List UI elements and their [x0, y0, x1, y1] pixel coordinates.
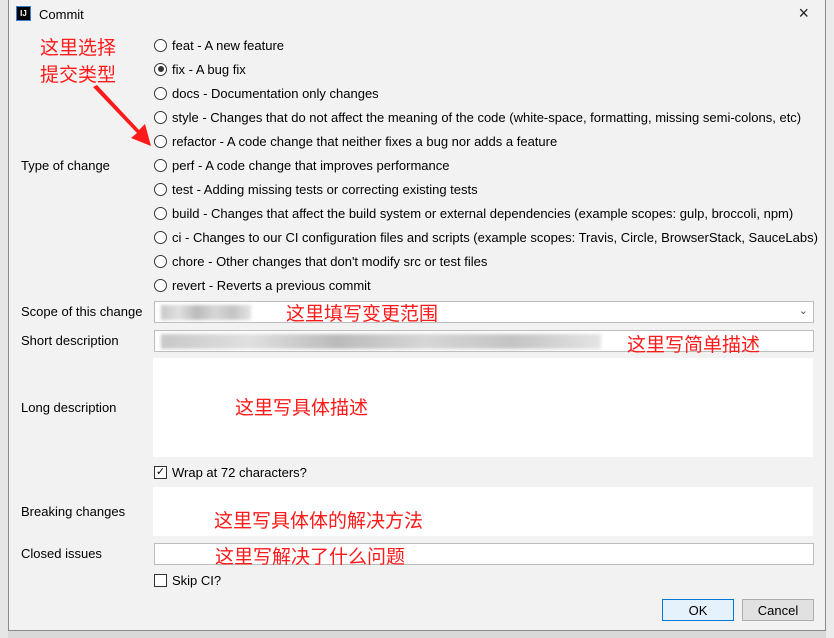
radio-circle [154, 110, 167, 124]
radio-label: fix - A bug fix [172, 61, 246, 77]
skip-ci-label: Skip CI? [172, 573, 222, 588]
check-icon: ✓ [154, 466, 167, 479]
scope-combobox[interactable]: ⌄ [154, 301, 814, 323]
checkbox-box [154, 574, 167, 587]
radio-label: refactor - A code change that neither fi… [172, 133, 558, 149]
scope-label: Scope of this change [21, 304, 143, 319]
long-description-label: Long description [21, 400, 117, 415]
annotation: 提交类型 [40, 65, 117, 86]
radio-circle [154, 254, 167, 268]
commit-dialog: IJ Commit × 这里选择 提交类型 Type of change fea… [8, 0, 826, 631]
radio-test[interactable]: test - Adding missing tests or correctin… [154, 180, 478, 198]
radio-label: ci - Changes to our CI configuration fil… [172, 229, 818, 245]
radio-circle [154, 206, 167, 220]
radio-label: build - Changes that affect the build sy… [172, 205, 794, 221]
radio-ci[interactable]: ci - Changes to our CI configuration fil… [154, 228, 818, 246]
annotation: 这里写具体描述 [235, 398, 369, 419]
annotation: 这里写解决了什么问题 [215, 547, 406, 568]
radio-revert[interactable]: revert - Reverts a previous commit [154, 276, 371, 294]
cancel-button[interactable]: Cancel [742, 599, 814, 621]
radio-label: revert - Reverts a previous commit [172, 277, 371, 293]
background-window [0, 0, 8, 638]
radio-style[interactable]: style - Changes that do not affect the m… [154, 108, 801, 126]
skip-ci-checkbox[interactable]: Skip CI? [154, 573, 221, 588]
type-label: Type of change [21, 158, 110, 173]
annotation: 这里选择 [40, 38, 117, 59]
radio-circle [154, 38, 167, 52]
radio-circle [154, 158, 167, 172]
radio-circle [154, 182, 167, 196]
radio-label: chore - Other changes that don't modify … [172, 253, 488, 269]
dialog-title: Commit [39, 7, 84, 22]
intellij-logo: IJ [16, 6, 31, 21]
radio-chore[interactable]: chore - Other changes that don't modify … [154, 252, 487, 270]
breaking-changes-label: Breaking changes [21, 504, 126, 519]
radio-fix[interactable]: fix - A bug fix [154, 60, 246, 78]
arrow-icon [93, 85, 151, 146]
closed-issues-label: Closed issues [21, 546, 102, 561]
close-icon[interactable]: × [798, 3, 809, 24]
radio-circle [154, 134, 167, 148]
ok-button[interactable]: OK [662, 599, 734, 621]
radio-label: feat - A new feature [172, 37, 285, 53]
radio-docs[interactable]: docs - Documentation only changes [154, 84, 379, 102]
radio-refactor[interactable]: refactor - A code change that neither fi… [154, 132, 557, 150]
wrap-checkbox[interactable]: ✓ Wrap at 72 characters? [154, 465, 307, 480]
radio-circle [154, 278, 167, 292]
short-description-label: Short description [21, 333, 119, 348]
radio-build[interactable]: build - Changes that affect the build sy… [154, 204, 793, 222]
annotation: 这里填写变更范围 [286, 304, 439, 325]
background-window [826, 0, 834, 638]
radio-label: docs - Documentation only changes [172, 85, 379, 101]
radio-label: style - Changes that do not affect the m… [172, 109, 802, 125]
radio-perf[interactable]: perf - A code change that improves perfo… [154, 156, 450, 174]
annotation: 这里写具体体的解决方法 [214, 511, 424, 532]
chevron-down-icon[interactable]: ⌄ [799, 304, 808, 317]
radio-label: perf - A code change that improves perfo… [172, 157, 450, 173]
wrap-label: Wrap at 72 characters? [172, 465, 307, 480]
radio-circle [154, 230, 167, 244]
radio-circle [154, 62, 167, 76]
radio-label: test - Adding missing tests or correctin… [172, 181, 478, 197]
annotation: 这里写简单描述 [627, 335, 761, 356]
radio-circle [154, 86, 167, 100]
radio-feat[interactable]: feat - A new feature [154, 36, 284, 54]
